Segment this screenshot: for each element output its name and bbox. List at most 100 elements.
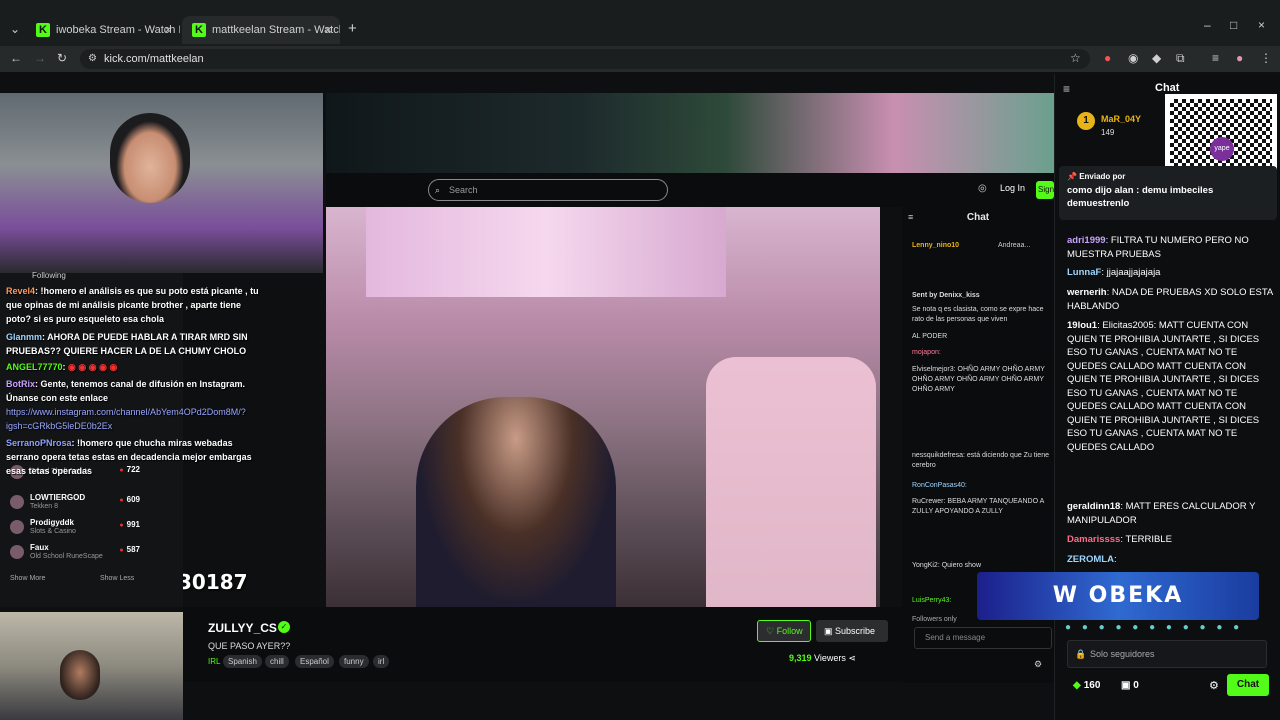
viewer-count: 991: [119, 520, 140, 529]
gift-icon: ▣: [1121, 680, 1134, 691]
extensions-puzzle-icon[interactable]: ⧉: [1176, 51, 1185, 66]
chat-settings-icon[interactable]: ⚙: [1034, 659, 1042, 670]
close-tab-icon[interactable]: ×: [164, 16, 172, 44]
overlay-link[interactable]: https://www.instagram.com/channel/AbYem4…: [6, 405, 260, 433]
back-icon[interactable]: ←: [10, 51, 22, 65]
chat-send-button[interactable]: Chat: [1227, 674, 1269, 696]
chat-text: : TERRIBLE: [1120, 534, 1172, 545]
video-player[interactable]: [326, 207, 880, 607]
extension-icon[interactable]: ◆: [1152, 51, 1161, 65]
chat-title: Chat: [1155, 82, 1180, 94]
minimize-icon[interactable]: –: [1204, 18, 1211, 32]
kick-count[interactable]: ▣ 0: [1121, 680, 1139, 691]
follow-button[interactable]: ♡ Follow: [757, 620, 811, 642]
tag[interactable]: chill: [265, 655, 289, 668]
chat-username[interactable]: LunnaF: [1067, 267, 1101, 278]
media-icon[interactable]: ≡: [1212, 51, 1219, 65]
new-tab-button[interactable]: +: [348, 20, 357, 37]
emote-icon: ◉ ◉ ◉ ◉ ◉: [68, 362, 118, 372]
overlay-user: ANGEL77770: [6, 362, 63, 372]
second-webcam: [0, 612, 183, 720]
tag[interactable]: irl: [373, 655, 390, 668]
chat-line: AL PODER: [912, 333, 948, 340]
pinned-label: 📌 Enviado por: [1067, 172, 1125, 181]
forward-icon[interactable]: →: [34, 51, 46, 65]
chat-line: RonConPasas40:: [912, 482, 967, 489]
channel-points[interactable]: ◆ 160: [1073, 680, 1100, 691]
url-text: kick.com/mattkeelan: [104, 53, 204, 65]
search-input[interactable]: ⌕ Search: [428, 179, 668, 201]
extension-icon[interactable]: ◉: [1128, 51, 1138, 65]
streamer-name[interactable]: ZULLYY_CS: [208, 621, 277, 635]
stream-title: QUE PASO AYER??: [208, 641, 291, 651]
overlay-text: : !homero el análisis es que su poto est…: [6, 286, 259, 324]
browser-tab-mattkeelan[interactable]: K mattkeelan Stream - Watch ×: [182, 16, 340, 44]
chat-username[interactable]: adri1999: [1067, 235, 1106, 246]
profile-avatar[interactable]: ●: [1236, 51, 1243, 65]
chat-text: :: [1113, 554, 1117, 565]
yape-logo: yape: [1210, 137, 1234, 161]
sidebar-stream[interactable]: Prodigyddk Slots & Casino 991: [10, 518, 140, 538]
collapse-chat-icon[interactable]: ≡: [1063, 82, 1070, 96]
tag[interactable]: Español: [295, 655, 334, 668]
chat-line: mojapon:: [912, 349, 941, 356]
video-background-shelf: [366, 207, 726, 297]
follow-label: Follow: [776, 626, 803, 636]
streamer-webcam: [0, 93, 323, 273]
browser-tab-bar: ⌄ K iwobeka Stream - Watch Live o × K ma…: [0, 0, 1280, 46]
site-info-icon[interactable]: ⚙: [88, 49, 97, 69]
chat-message: geraldinn18: MATT ERES CALCULADOR Y MANI…: [1067, 500, 1275, 527]
send-message-input[interactable]: Send a message: [914, 627, 1052, 649]
signup-button[interactable]: Sign: [1036, 181, 1054, 199]
chat-username[interactable]: wernerih: [1067, 287, 1107, 298]
browser-tab-iwobeka[interactable]: K iwobeka Stream - Watch Live o ×: [26, 16, 180, 44]
chat-username[interactable]: Damarissss: [1067, 534, 1120, 545]
points-icon: ◆: [1073, 680, 1081, 691]
stream-name: LOWTIERGOD: [30, 493, 86, 502]
chat-message: ZEROMLA:: [1067, 553, 1275, 567]
sidebar-stream[interactable]: LOWTIERGOD Tekken 8 609: [10, 493, 140, 513]
video-streamer: [416, 397, 616, 607]
pinned-sender: Enviado por: [1079, 172, 1126, 181]
overlay-text: https://www.instagram.com/channel/AbYem4…: [6, 407, 246, 431]
count-value: 0: [1133, 680, 1139, 691]
overlay-user: SerranoPNrosa: [6, 438, 72, 448]
overlay-chat-line: SerranoPNrosa: !homero que chucha miras …: [6, 436, 260, 478]
menu-icon[interactable]: ⋮: [1260, 51, 1272, 65]
pin-icon: 📌: [1067, 172, 1080, 181]
share-icon[interactable]: ⋖: [848, 653, 856, 663]
sidebar-stream[interactable]: Faux Old School RuneScape 587: [10, 543, 140, 563]
bookmark-star-icon[interactable]: ☆: [1070, 51, 1081, 65]
embedded-chat-title: Chat: [966, 212, 990, 223]
close-tab-icon[interactable]: ×: [324, 16, 332, 44]
url-field[interactable]: ⚙ kick.com/mattkeelan: [80, 49, 1090, 69]
chat-username[interactable]: 19lou1: [1067, 320, 1097, 331]
chat-username[interactable]: geraldinn18: [1067, 501, 1120, 512]
tag[interactable]: funny: [339, 655, 369, 668]
tag[interactable]: Spanish: [223, 655, 262, 668]
close-window-icon[interactable]: ×: [1258, 18, 1265, 32]
chat-username[interactable]: ZEROMLA: [1067, 554, 1114, 565]
language-globe-icon[interactable]: ◎: [978, 183, 987, 194]
tab-list-icon[interactable]: ⌄: [10, 22, 20, 36]
embedded-top-nav: ⌕ Search ◎ Log In Sign: [326, 173, 1054, 207]
chat-message: 19lou1: Elicitas2005: MATT CUENTA CON QU…: [1067, 319, 1275, 454]
login-button[interactable]: Log In: [1000, 183, 1025, 193]
show-more-button[interactable]: Show More: [10, 575, 45, 582]
chat-settings-icon[interactable]: ⚙: [1209, 679, 1219, 692]
reload-icon[interactable]: ↻: [57, 51, 67, 65]
leaderboard-user[interactable]: MaR_04Y: [1101, 114, 1141, 124]
chat-input[interactable]: 🔒 Solo seguidores: [1067, 640, 1267, 668]
chat-message: LunnaF: jjajaajjajajaja: [1067, 266, 1275, 280]
channel-banner: [326, 93, 1054, 173]
show-less-button[interactable]: Show Less: [100, 575, 134, 582]
following-label: Following: [32, 271, 66, 280]
overlay-user: BotRix: [6, 379, 35, 389]
subscribe-button[interactable]: ▣ Subscribe: [816, 620, 888, 642]
emote-bar[interactable]: ● ● ● ● ● ● ● ● ● ● ●: [1065, 622, 1277, 636]
extension-icon[interactable]: ●: [1104, 51, 1111, 65]
kick-favicon-icon: K: [192, 23, 206, 37]
viewer-label: Viewers: [814, 653, 846, 663]
maximize-icon[interactable]: □: [1230, 18, 1237, 32]
subscribe-icon: ▣: [824, 626, 836, 636]
